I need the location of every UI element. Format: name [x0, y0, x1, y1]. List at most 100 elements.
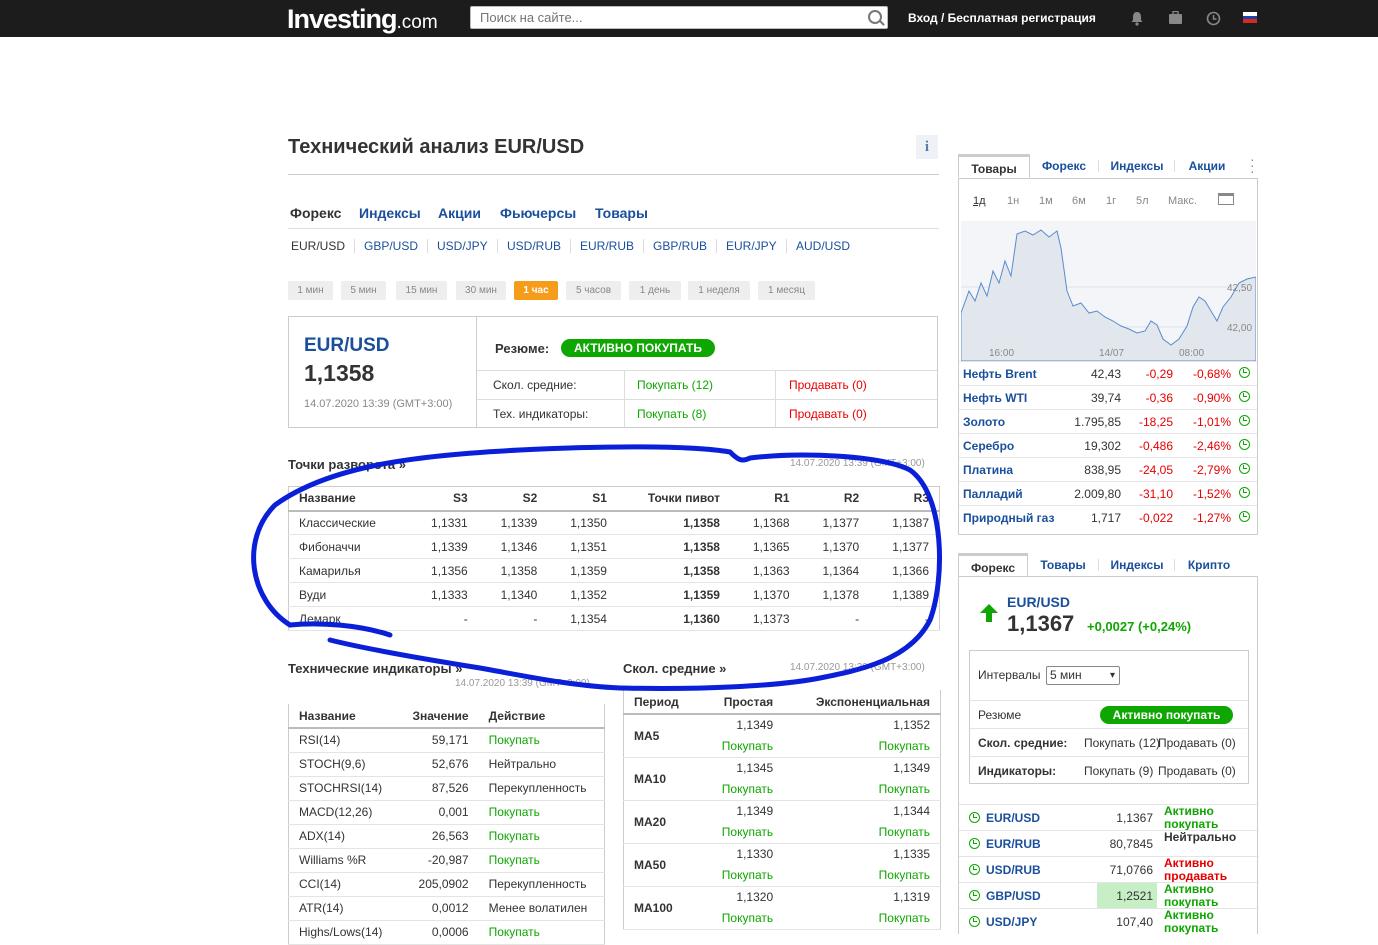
- quote-row[interactable]: USD/RUB 71,0766 Активно продавать: [959, 856, 1259, 883]
- quote-symbol[interactable]: EUR/USD: [986, 811, 1040, 825]
- quote-row[interactable]: EUR/RUB 80,7845 Нейтрально: [959, 830, 1259, 856]
- indicator-name: MACD(12,26): [288, 800, 399, 825]
- bell-icon[interactable]: [1130, 11, 1144, 29]
- pair-gbprub[interactable]: GBP/RUB: [653, 239, 707, 253]
- fx-ma-label: Скол. средние:: [978, 736, 1068, 750]
- tab-commodities-widget[interactable]: Товары: [958, 154, 1030, 178]
- pivot-row-name: Демарк: [288, 606, 409, 631]
- tab-stocks-widget[interactable]: Акции: [1178, 154, 1236, 178]
- commodity-row[interactable]: Нефть Brent 42,43 -0,29 -0,68%: [959, 361, 1257, 385]
- commodity-name[interactable]: Палладий: [963, 487, 1023, 501]
- tab-indices-technical[interactable]: Индексы: [1104, 553, 1170, 577]
- timeframe-1day[interactable]: 1 день: [629, 281, 681, 300]
- commodity-row[interactable]: Золото 1.795,85 -18,25 -1,01%: [959, 409, 1257, 433]
- timeframe-1hour[interactable]: 1 час: [514, 281, 558, 300]
- info-button[interactable]: i: [916, 135, 938, 159]
- table-row: MA20 1,1349 Покупать 1,1344 Покупать: [623, 800, 941, 844]
- period-1w[interactable]: 1н: [1007, 195, 1019, 207]
- ru-flag-icon[interactable]: [1243, 12, 1257, 23]
- more-menu-icon[interactable]: · · ·: [1250, 152, 1255, 178]
- timeframe-5hours[interactable]: 5 часов: [566, 281, 621, 300]
- commodity-row[interactable]: Платина 838,95 -24,05 -2,79%: [959, 457, 1257, 481]
- tab-commodities-technical[interactable]: Товары: [1032, 553, 1094, 577]
- commodity-name[interactable]: Серебро: [963, 439, 1014, 453]
- commodity-row[interactable]: Нефть WTI 39,74 -0,36 -0,90%: [959, 385, 1257, 409]
- timeframe-1month[interactable]: 1 месяц: [758, 281, 815, 300]
- commodities-tabs: Товары Форекс Индексы Акции · · ·: [958, 152, 1258, 178]
- tab-forex-widget[interactable]: Форекс: [1034, 154, 1094, 178]
- commodity-name[interactable]: Нефть Brent: [963, 367, 1037, 381]
- commodity-name[interactable]: Нефть WTI: [963, 391, 1027, 405]
- commodity-name[interactable]: Природный газ: [963, 511, 1054, 525]
- timeframe-15min[interactable]: 15 мин: [396, 281, 447, 300]
- ma-title[interactable]: Скол. средние »: [623, 661, 726, 676]
- table-row: STOCH(9,6) 52,676 Нейтрально: [288, 752, 605, 777]
- arrow-up-icon: [979, 603, 999, 626]
- quote-row[interactable]: GBP/USD 1,2521 Активно покупать: [959, 882, 1259, 909]
- timeframe-1week[interactable]: 1 неделя: [688, 281, 750, 300]
- timeframe-1min[interactable]: 1 мин: [288, 281, 333, 300]
- fx-resume-label: Резюме: [978, 708, 1022, 722]
- pivot-title[interactable]: Точки разворота »: [288, 457, 406, 472]
- investing-logo[interactable]: Investing.com: [287, 4, 438, 35]
- commodity-change: -0,29: [1145, 367, 1173, 381]
- pair-gbpusd[interactable]: GBP/USD: [364, 239, 418, 253]
- ma-period: MA50: [623, 843, 700, 887]
- period-1m[interactable]: 1м: [1039, 195, 1053, 207]
- summary-symbol[interactable]: EUR/USD: [304, 335, 390, 357]
- quote-price: 80,7845: [1109, 837, 1153, 851]
- tab-stocks[interactable]: Акции: [438, 205, 481, 221]
- ma-cell: 1,1320 Покупать: [699, 886, 784, 930]
- pivot-cell: 1,1370: [729, 582, 800, 607]
- fx-ma-sell: Продавать (0): [1158, 736, 1236, 750]
- commodity-row[interactable]: Палладий 2.009,80 -31,10 -1,52%: [959, 481, 1257, 505]
- pair-usdrub[interactable]: USD/RUB: [507, 239, 561, 253]
- timeframe-5min[interactable]: 5 мин: [341, 281, 386, 300]
- tab-forex-technical[interactable]: Форекс: [958, 553, 1028, 577]
- indicator-action: Менее волатилен: [478, 896, 605, 921]
- pair-eurrub[interactable]: EUR/RUB: [580, 239, 634, 253]
- ma-action: Покупать: [878, 825, 930, 839]
- search-input[interactable]: [471, 7, 851, 28]
- commodity-name[interactable]: Золото: [963, 415, 1005, 429]
- fx-symbol[interactable]: EUR/USD: [1007, 594, 1070, 610]
- period-6m[interactable]: 6м: [1072, 195, 1086, 207]
- briefcase-icon[interactable]: [1168, 10, 1183, 28]
- commodity-row[interactable]: Природный газ 1,717 -0,022 -1,27%: [959, 505, 1257, 529]
- tab-forex[interactable]: Форекс: [290, 205, 341, 221]
- indicator-name: Williams %R: [288, 848, 399, 873]
- quote-row[interactable]: USD/JPY 107,40 Активно покупать: [959, 908, 1259, 935]
- tab-commodities[interactable]: Товары: [595, 205, 648, 221]
- quote-symbol[interactable]: USD/JPY: [986, 915, 1037, 929]
- commodity-row[interactable]: Серебро 19,302 -0,486 -2,46%: [959, 433, 1257, 457]
- clock-icon[interactable]: [1206, 11, 1221, 29]
- login-link[interactable]: Вход / Бесплатная регистрация: [908, 11, 1096, 25]
- commodity-chart-svg: 42,50 42,00 16:00 14/07 08:00: [960, 229, 1257, 362]
- tab-crypto-technical[interactable]: Крипто: [1178, 553, 1240, 577]
- search-icon[interactable]: [868, 10, 882, 24]
- indicator-value: 205,0902: [398, 872, 479, 897]
- period-1y[interactable]: 1г: [1106, 195, 1116, 207]
- tab-indices-widget[interactable]: Индексы: [1104, 154, 1170, 178]
- tab-futures[interactable]: Фьючерсы: [500, 205, 576, 221]
- interval-select[interactable]: 5 мин ▾: [1046, 666, 1120, 685]
- quote-row[interactable]: EUR/USD 1,1367 Активно покупать: [959, 804, 1259, 831]
- pair-usdjpy[interactable]: USD/JPY: [437, 239, 488, 253]
- ma-cell: 1,1330 Покупать: [699, 843, 784, 887]
- pair-eurusd[interactable]: EUR/USD: [291, 239, 345, 253]
- quote-symbol[interactable]: EUR/RUB: [986, 837, 1041, 851]
- indicators-title[interactable]: Технические индикаторы »: [288, 661, 462, 676]
- timeframe-30min[interactable]: 30 мин: [456, 281, 506, 300]
- period-max[interactable]: Макс.: [1168, 195, 1197, 207]
- period-5y[interactable]: 5л: [1136, 195, 1149, 207]
- chart-x-label: 14/07: [1099, 348, 1124, 359]
- quote-symbol[interactable]: USD/RUB: [986, 863, 1041, 877]
- pair-eurjpy[interactable]: EUR/JPY: [726, 239, 777, 253]
- pair-audusd[interactable]: AUD/USD: [796, 239, 850, 253]
- commodity-name[interactable]: Платина: [963, 463, 1013, 477]
- quote-symbol[interactable]: GBP/USD: [986, 889, 1041, 903]
- search-box[interactable]: [470, 6, 888, 29]
- tab-indices[interactable]: Индексы: [359, 205, 421, 221]
- chart-expand-icon[interactable]: [1218, 193, 1234, 205]
- period-1d[interactable]: 1д: [973, 195, 986, 207]
